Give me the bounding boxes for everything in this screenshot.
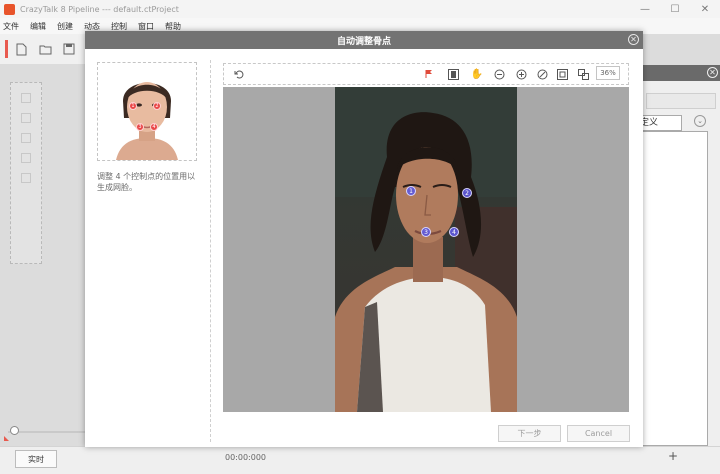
menu-create[interactable]: 创建 bbox=[57, 21, 73, 32]
realtime-button[interactable]: 实时 bbox=[15, 450, 57, 468]
right-panel-search-input[interactable] bbox=[646, 93, 716, 109]
dialog-title: 自动调整骨点 bbox=[336, 36, 391, 47]
menu-edit[interactable]: 编辑 bbox=[30, 21, 46, 32]
pan-hand-icon[interactable]: ✋ bbox=[470, 67, 484, 81]
tool-slot-icon[interactable] bbox=[21, 173, 31, 183]
auto-fit-dialog: 自动调整骨点 ✕ 1 2 3 4 调整 4 个控制点的位置用以生成网脸。 ✋ 3… bbox=[85, 31, 643, 447]
tool-slot-icon[interactable] bbox=[21, 133, 31, 143]
photo-control-point-2[interactable]: 2 bbox=[462, 188, 472, 198]
app-title-bar: CrazyTalk 8 Pipeline --- default.ctProje… bbox=[0, 0, 720, 18]
app-logo-icon bbox=[4, 3, 15, 15]
reference-control-point-3: 3 bbox=[136, 123, 144, 131]
app-window-title: CrazyTalk 8 Pipeline --- default.ctProje… bbox=[20, 4, 179, 14]
open-folder-icon[interactable] bbox=[38, 42, 52, 56]
menu-help[interactable]: 帮助 bbox=[165, 21, 181, 32]
reference-control-point-2: 2 bbox=[153, 102, 161, 110]
reference-control-point-4: 4 bbox=[150, 123, 158, 131]
subject-photo: 1 2 3 4 bbox=[335, 87, 517, 412]
zoom-level-field[interactable]: 36% bbox=[596, 66, 620, 80]
menu-file[interactable]: 文件 bbox=[3, 21, 19, 32]
flag-icon[interactable] bbox=[422, 67, 436, 81]
save-icon[interactable] bbox=[62, 42, 76, 56]
window-controls: — ☐ ✕ bbox=[630, 0, 720, 18]
reset-icon[interactable] bbox=[232, 67, 246, 81]
reference-face-image bbox=[98, 63, 196, 160]
photo-control-point-4[interactable]: 4 bbox=[449, 227, 459, 237]
main-toolbar bbox=[0, 34, 86, 64]
active-mode-indicator bbox=[5, 40, 8, 58]
photo-control-point-1[interactable]: 1 bbox=[406, 186, 416, 196]
playback-bar bbox=[0, 446, 720, 474]
instruction-text: 调整 4 个控制点的位置用以生成网脸。 bbox=[97, 172, 196, 192]
new-file-icon[interactable] bbox=[14, 42, 28, 56]
right-panel-list bbox=[636, 131, 708, 446]
tool-slot-icon[interactable] bbox=[21, 113, 31, 123]
panel-divider bbox=[210, 60, 211, 442]
dialog-close-icon[interactable]: ✕ bbox=[628, 34, 639, 45]
close-button[interactable]: ✕ bbox=[690, 0, 720, 18]
reference-control-point-1: 1 bbox=[129, 102, 137, 110]
maximize-button[interactable]: ☐ bbox=[660, 0, 690, 18]
canvas-toolbar: ✋ 36% bbox=[223, 63, 629, 85]
menu-animation[interactable]: 动态 bbox=[84, 21, 100, 32]
right-panel-close-icon[interactable]: ✕ bbox=[707, 67, 718, 78]
cancel-button[interactable]: Cancel bbox=[567, 425, 630, 442]
tool-slot-icon[interactable] bbox=[21, 93, 31, 103]
timeline-handle[interactable] bbox=[10, 426, 19, 435]
rotate-icon[interactable] bbox=[535, 67, 549, 81]
fit-view-icon[interactable] bbox=[555, 67, 569, 81]
timeline-marker-icon bbox=[4, 436, 9, 441]
right-panel-options-icon[interactable]: ⌄ bbox=[694, 115, 706, 127]
next-button[interactable]: 下一步 bbox=[498, 425, 561, 442]
actual-size-icon[interactable] bbox=[576, 67, 590, 81]
menu-window[interactable]: 窗口 bbox=[138, 21, 154, 32]
photo-canvas[interactable]: 1 2 3 4 bbox=[223, 87, 629, 412]
zoom-out-icon[interactable] bbox=[492, 67, 506, 81]
timeline-track[interactable] bbox=[8, 431, 88, 433]
zoom-in-icon[interactable] bbox=[514, 67, 528, 81]
tool-slot-icon[interactable] bbox=[21, 153, 31, 163]
mask-toggle-icon[interactable] bbox=[446, 67, 460, 81]
photo-control-point-3[interactable]: 3 bbox=[421, 227, 431, 237]
add-icon[interactable]: + bbox=[668, 449, 678, 463]
menu-control[interactable]: 控制 bbox=[111, 21, 127, 32]
reference-face-frame: 1 2 3 4 bbox=[97, 62, 197, 161]
minimize-button[interactable]: — bbox=[630, 0, 660, 18]
timecode-display: 00:00:000 bbox=[225, 453, 267, 462]
portrait-image bbox=[335, 87, 517, 412]
dialog-title-bar: 自动调整骨点 ✕ bbox=[85, 31, 643, 49]
left-tool-panel bbox=[10, 82, 42, 264]
